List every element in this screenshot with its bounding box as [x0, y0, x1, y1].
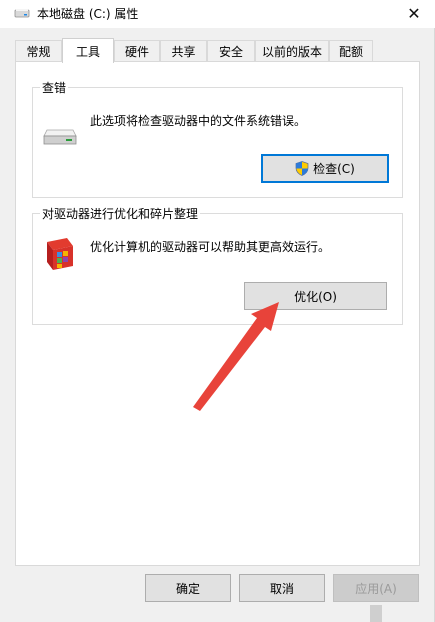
optimize-group: 对驱动器进行优化和碎片整理 优化计算机的驱动器可以帮助其更高效运行。 优化(O): [32, 205, 403, 325]
error-check-title: 查错: [40, 79, 69, 96]
background-scrollbar: [370, 605, 382, 622]
optimize-description: 优化计算机的驱动器可以帮助其更高效运行。: [90, 240, 331, 254]
optimize-button[interactable]: 优化(O): [244, 282, 387, 310]
error-check-group: 查错 此选项将检查驱动器中的文件系统错误。 检查(C): [32, 79, 403, 198]
defrag-icon: [47, 238, 73, 270]
tab-security[interactable]: 安全: [207, 40, 255, 62]
close-button[interactable]: ✕: [396, 0, 432, 26]
apply-button[interactable]: 应用(A): [333, 574, 419, 602]
check-button[interactable]: 检查(C): [261, 154, 389, 183]
optimize-button-label: 优化(O): [294, 289, 337, 304]
tab-tools[interactable]: 工具: [62, 38, 114, 63]
tab-quota[interactable]: 配额: [329, 40, 373, 62]
drive-icon: [43, 129, 77, 145]
tab-previous-versions[interactable]: 以前的版本: [255, 40, 329, 62]
tools-tab-panel: 查错 此选项将检查驱动器中的文件系统错误。 检查(C) 对驱动器进行优化和碎片整…: [15, 61, 420, 566]
tab-hardware[interactable]: 硬件: [114, 40, 160, 62]
title-bar: 本地磁盘 (C:) 属性 ✕: [0, 0, 435, 28]
window-title: 本地磁盘 (C:) 属性: [37, 7, 139, 21]
tab-sharing[interactable]: 共享: [160, 40, 207, 62]
close-icon: ✕: [407, 3, 421, 23]
check-button-label: 检查(C): [313, 162, 355, 176]
optimize-title: 对驱动器进行优化和碎片整理: [40, 205, 201, 222]
shield-icon: [295, 161, 309, 176]
properties-window: 本地磁盘 (C:) 属性 ✕ 常规 工具 硬件 共享 安全 以前的版本 配额 查…: [0, 0, 435, 622]
error-check-description: 此选项将检查驱动器中的文件系统错误。: [90, 114, 307, 128]
cancel-button[interactable]: 取消: [239, 574, 325, 602]
drive-icon: [14, 9, 30, 18]
tab-general[interactable]: 常规: [15, 40, 62, 62]
ok-button[interactable]: 确定: [145, 574, 231, 602]
